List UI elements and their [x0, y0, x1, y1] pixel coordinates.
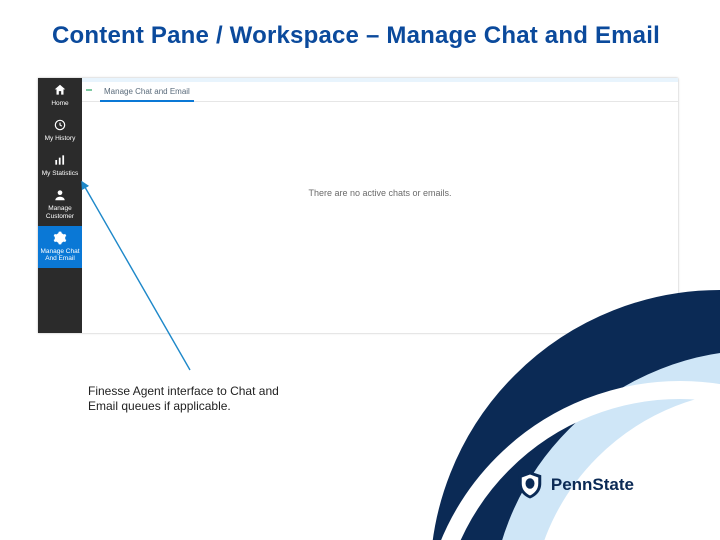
shield-icon [515, 470, 545, 500]
brand: PennState [515, 470, 634, 500]
caption-text: Finesse Agent interface to Chat and Emai… [88, 384, 308, 414]
sidebar-item-my-statistics[interactable]: My Statistics [38, 148, 82, 183]
tab-manage-chat-and-email[interactable]: Manage Chat and Email [100, 85, 194, 102]
collapse-toggle-icon[interactable] [86, 87, 92, 93]
app-window: Home My History My Statistics Manage Cus… [38, 78, 678, 333]
tab-row: Manage Chat and Email [82, 82, 678, 102]
sidebar-item-label: My Statistics [38, 170, 82, 177]
sidebar-item-label: Manage Chat And Email [38, 248, 82, 262]
sidebar-item-label: My History [38, 135, 82, 142]
brand-name: PennState [551, 475, 634, 495]
sidebar: Home My History My Statistics Manage Cus… [38, 78, 82, 333]
sidebar-item-manage-chat-and-email[interactable]: Manage Chat And Email [38, 226, 82, 268]
sidebar-item-manage-customer[interactable]: Manage Customer [38, 183, 82, 225]
sidebar-item-label: Manage Customer [38, 205, 82, 219]
sidebar-item-label: Home [38, 100, 82, 107]
workspace: Manage Chat and Email There are no activ… [82, 78, 678, 333]
history-icon [53, 118, 67, 132]
sidebar-item-home[interactable]: Home [38, 78, 82, 113]
sidebar-item-my-history[interactable]: My History [38, 113, 82, 148]
gear-icon [53, 231, 67, 245]
chart-icon [53, 153, 67, 167]
customer-icon [53, 188, 67, 202]
slide-title: Content Pane / Workspace – Manage Chat a… [52, 22, 660, 50]
empty-state-message: There are no active chats or emails. [82, 188, 678, 198]
home-icon [53, 83, 67, 97]
